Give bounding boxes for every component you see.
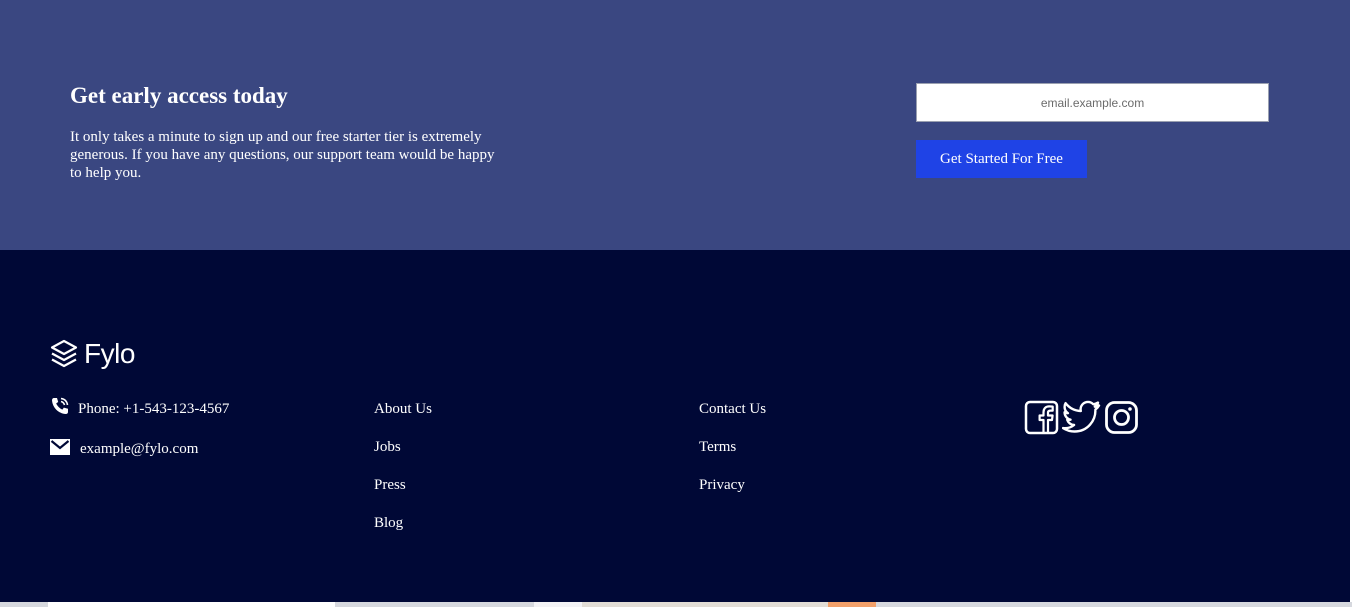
logo-wordmark: Fylo: [84, 338, 135, 369]
instagram-icon[interactable]: [1104, 400, 1139, 435]
email-contact: example@fylo.com: [50, 436, 198, 458]
mail-icon: [50, 439, 70, 455]
twitter-icon[interactable]: [1062, 400, 1102, 436]
email-input[interactable]: [916, 83, 1269, 122]
phone-icon: [52, 397, 69, 414]
footer-link-privacy[interactable]: Privacy: [699, 476, 745, 494]
site-footer: [0, 250, 1350, 602]
phone-text: Phone: +1-543-123-4567: [78, 401, 230, 417]
early-access-title: Get early access today: [70, 83, 288, 108]
early-access-description: It only takes a minute to sign up and ou…: [70, 129, 495, 181]
bottom-strip-segment: [582, 602, 828, 607]
footer-link-jobs[interactable]: Jobs: [374, 438, 401, 456]
footer-link-terms[interactable]: Terms: [699, 438, 736, 456]
bottom-strip-segment: [534, 602, 582, 607]
bottom-strip-segment: [48, 602, 335, 607]
layers-logo-icon: [50, 339, 78, 368]
footer-link-blog[interactable]: Blog: [374, 514, 403, 532]
facebook-icon[interactable]: [1024, 400, 1059, 435]
footer-link-about-us[interactable]: About Us: [374, 400, 432, 418]
get-started-button[interactable]: Get Started For Free: [916, 140, 1087, 178]
phone-contact: Phone: +1-543-123-4567: [50, 394, 229, 418]
email-text: example@fylo.com: [80, 441, 199, 457]
footer-link-press[interactable]: Press: [374, 476, 406, 494]
early-access-section: Get early access today It only takes a m…: [0, 0, 1350, 250]
footer-link-contact-us[interactable]: Contact Us: [699, 400, 766, 418]
fylo-logo[interactable]: Fylo: [50, 338, 135, 370]
bottom-strip-segment: [828, 602, 876, 607]
